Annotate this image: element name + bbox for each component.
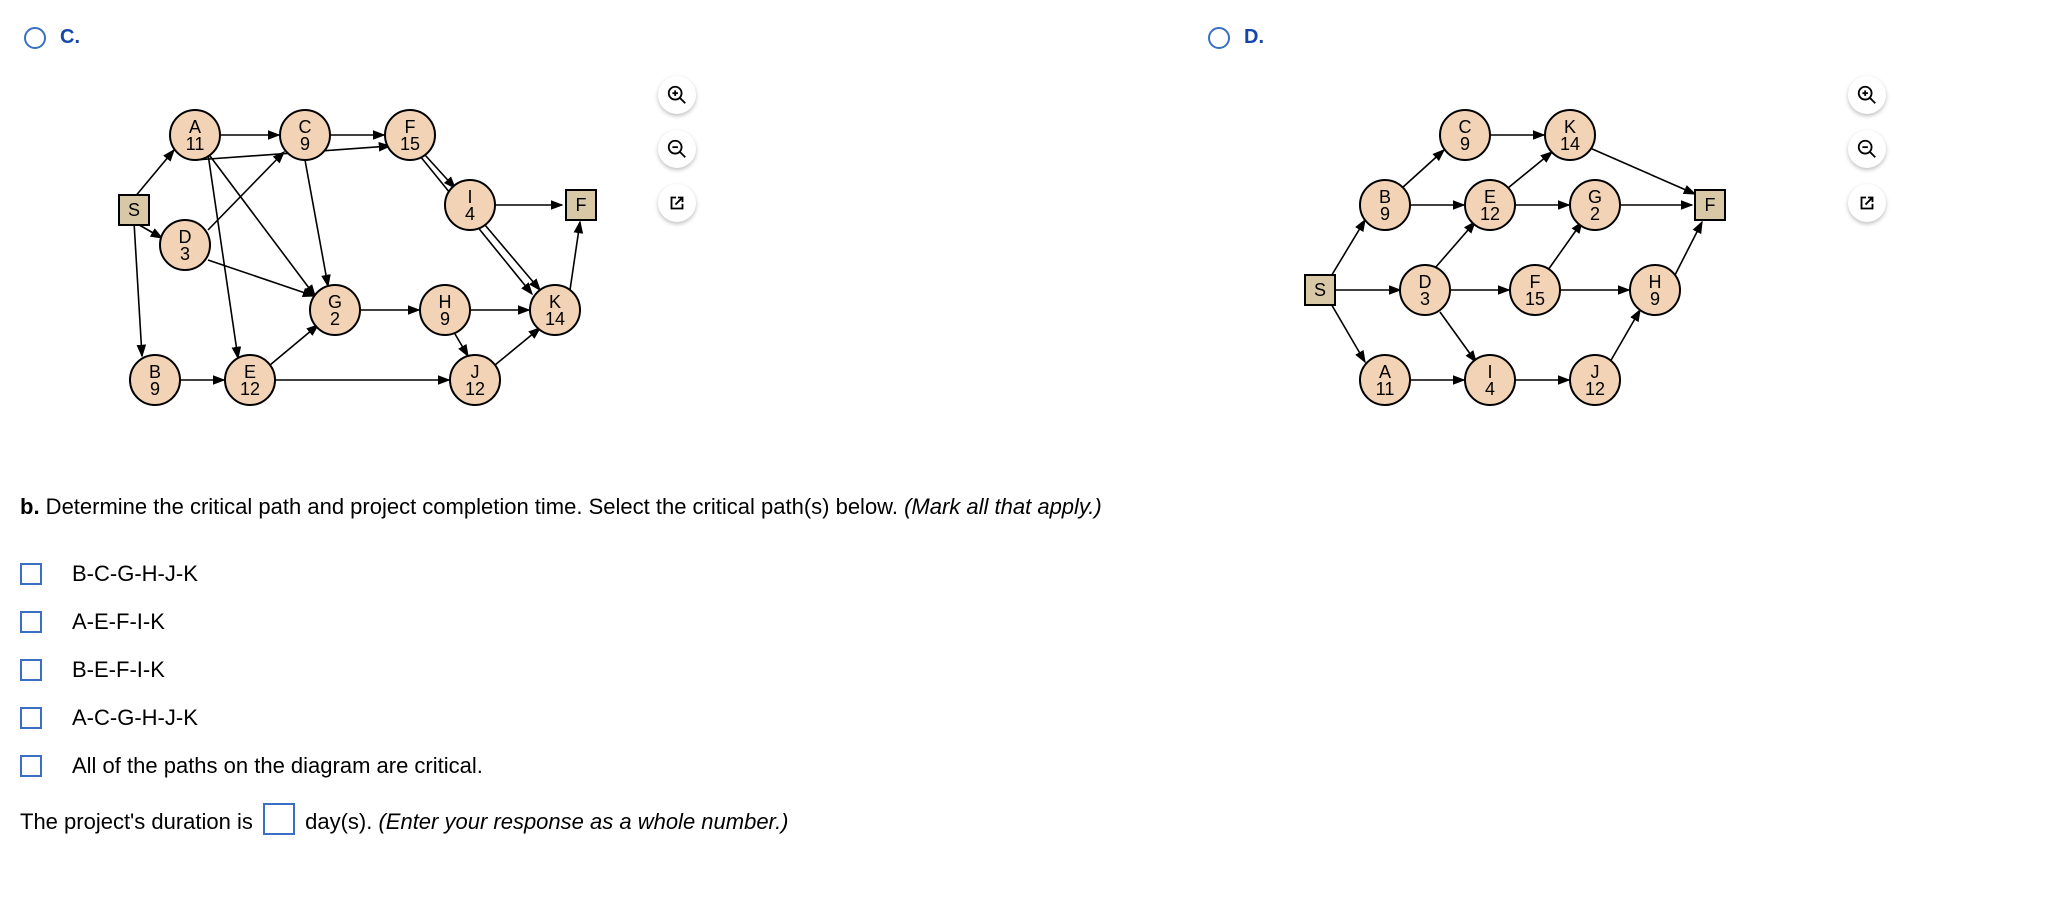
option-c[interactable]: C. <box>24 26 80 49</box>
duration-sentence: The project's duration is day(s). (Enter… <box>20 803 1920 835</box>
node-g: G2 <box>1569 179 1621 231</box>
node-k: K14 <box>529 284 581 336</box>
checkbox-icon <box>20 563 42 585</box>
option-d-label: D. <box>1244 26 1264 49</box>
finish-node: F <box>1694 189 1726 221</box>
node-j: J12 <box>1569 354 1621 406</box>
start-node: S <box>118 194 150 226</box>
node-e: E12 <box>1464 179 1516 231</box>
node-a: A11 <box>1359 354 1411 406</box>
node-j: J12 <box>449 354 501 406</box>
choice-3[interactable]: B-E-F-I-K <box>20 657 1920 683</box>
node-d: D3 <box>1399 264 1451 316</box>
checkbox-icon <box>20 755 42 777</box>
zoom-in-icon[interactable] <box>1848 76 1886 114</box>
node-a: A11 <box>169 109 221 161</box>
diagram-d: S F C9 K14 B9 E12 G2 D3 F15 H9 A11 I4 J1… <box>1290 90 1930 410</box>
node-i: I4 <box>1464 354 1516 406</box>
node-f: F15 <box>1509 264 1561 316</box>
open-external-icon[interactable] <box>658 184 696 222</box>
checkbox-icon <box>20 707 42 729</box>
part-b-question: b. Determine the critical path and proje… <box>20 490 1920 523</box>
start-node: S <box>1304 274 1336 306</box>
node-i: I4 <box>444 179 496 231</box>
node-g: G2 <box>309 284 361 336</box>
node-k: K14 <box>1544 109 1596 161</box>
node-h: H9 <box>419 284 471 336</box>
node-c: C9 <box>279 109 331 161</box>
choice-label: B-C-G-H-J-K <box>72 561 198 587</box>
finish-node: F <box>565 189 597 221</box>
option-c-label: C. <box>60 26 80 49</box>
choice-label: B-E-F-I-K <box>72 657 165 683</box>
choice-label: A-C-G-H-J-K <box>72 705 198 731</box>
radio-icon <box>24 27 46 49</box>
node-b: B9 <box>129 354 181 406</box>
duration-input[interactable] <box>263 803 295 835</box>
node-c: C9 <box>1439 109 1491 161</box>
choice-1[interactable]: B-C-G-H-J-K <box>20 561 1920 587</box>
choice-4[interactable]: A-C-G-H-J-K <box>20 705 1920 731</box>
checkbox-icon <box>20 659 42 681</box>
node-f: F15 <box>384 109 436 161</box>
node-d: D3 <box>159 219 211 271</box>
zoom-out-icon[interactable] <box>658 130 696 168</box>
diagram-c: S F A11 C9 F15 I4 D3 G2 H9 K14 B9 E12 J1… <box>100 90 740 410</box>
option-d[interactable]: D. <box>1208 26 1264 49</box>
node-h: H9 <box>1629 264 1681 316</box>
choice-2[interactable]: A-E-F-I-K <box>20 609 1920 635</box>
checkbox-icon <box>20 611 42 633</box>
node-e: E12 <box>224 354 276 406</box>
node-b: B9 <box>1359 179 1411 231</box>
choice-label: A-E-F-I-K <box>72 609 165 635</box>
radio-icon <box>1208 27 1230 49</box>
choice-label: All of the paths on the diagram are crit… <box>72 753 483 779</box>
zoom-in-icon[interactable] <box>658 76 696 114</box>
choice-5[interactable]: All of the paths on the diagram are crit… <box>20 753 1920 779</box>
open-external-icon[interactable] <box>1848 184 1886 222</box>
zoom-out-icon[interactable] <box>1848 130 1886 168</box>
